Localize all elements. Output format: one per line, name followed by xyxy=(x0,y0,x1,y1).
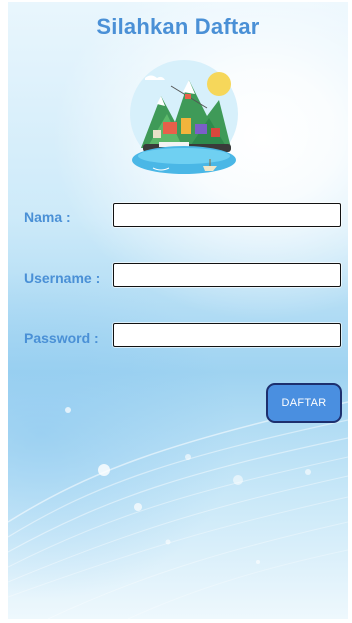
password-label: Password : xyxy=(24,330,99,346)
register-screen: Silahkan Daftar Nama : Username : Passwo… xyxy=(8,2,348,619)
username-input[interactable] xyxy=(113,263,341,287)
password-input[interactable] xyxy=(113,323,341,347)
nama-label: Nama : xyxy=(24,209,71,225)
page-title: Silahkan Daftar xyxy=(96,14,260,39)
island-illustration xyxy=(130,60,238,174)
username-label: Username : xyxy=(24,270,101,286)
daftar-button[interactable]: DAFTAR xyxy=(266,383,342,423)
nama-input[interactable] xyxy=(113,203,341,227)
